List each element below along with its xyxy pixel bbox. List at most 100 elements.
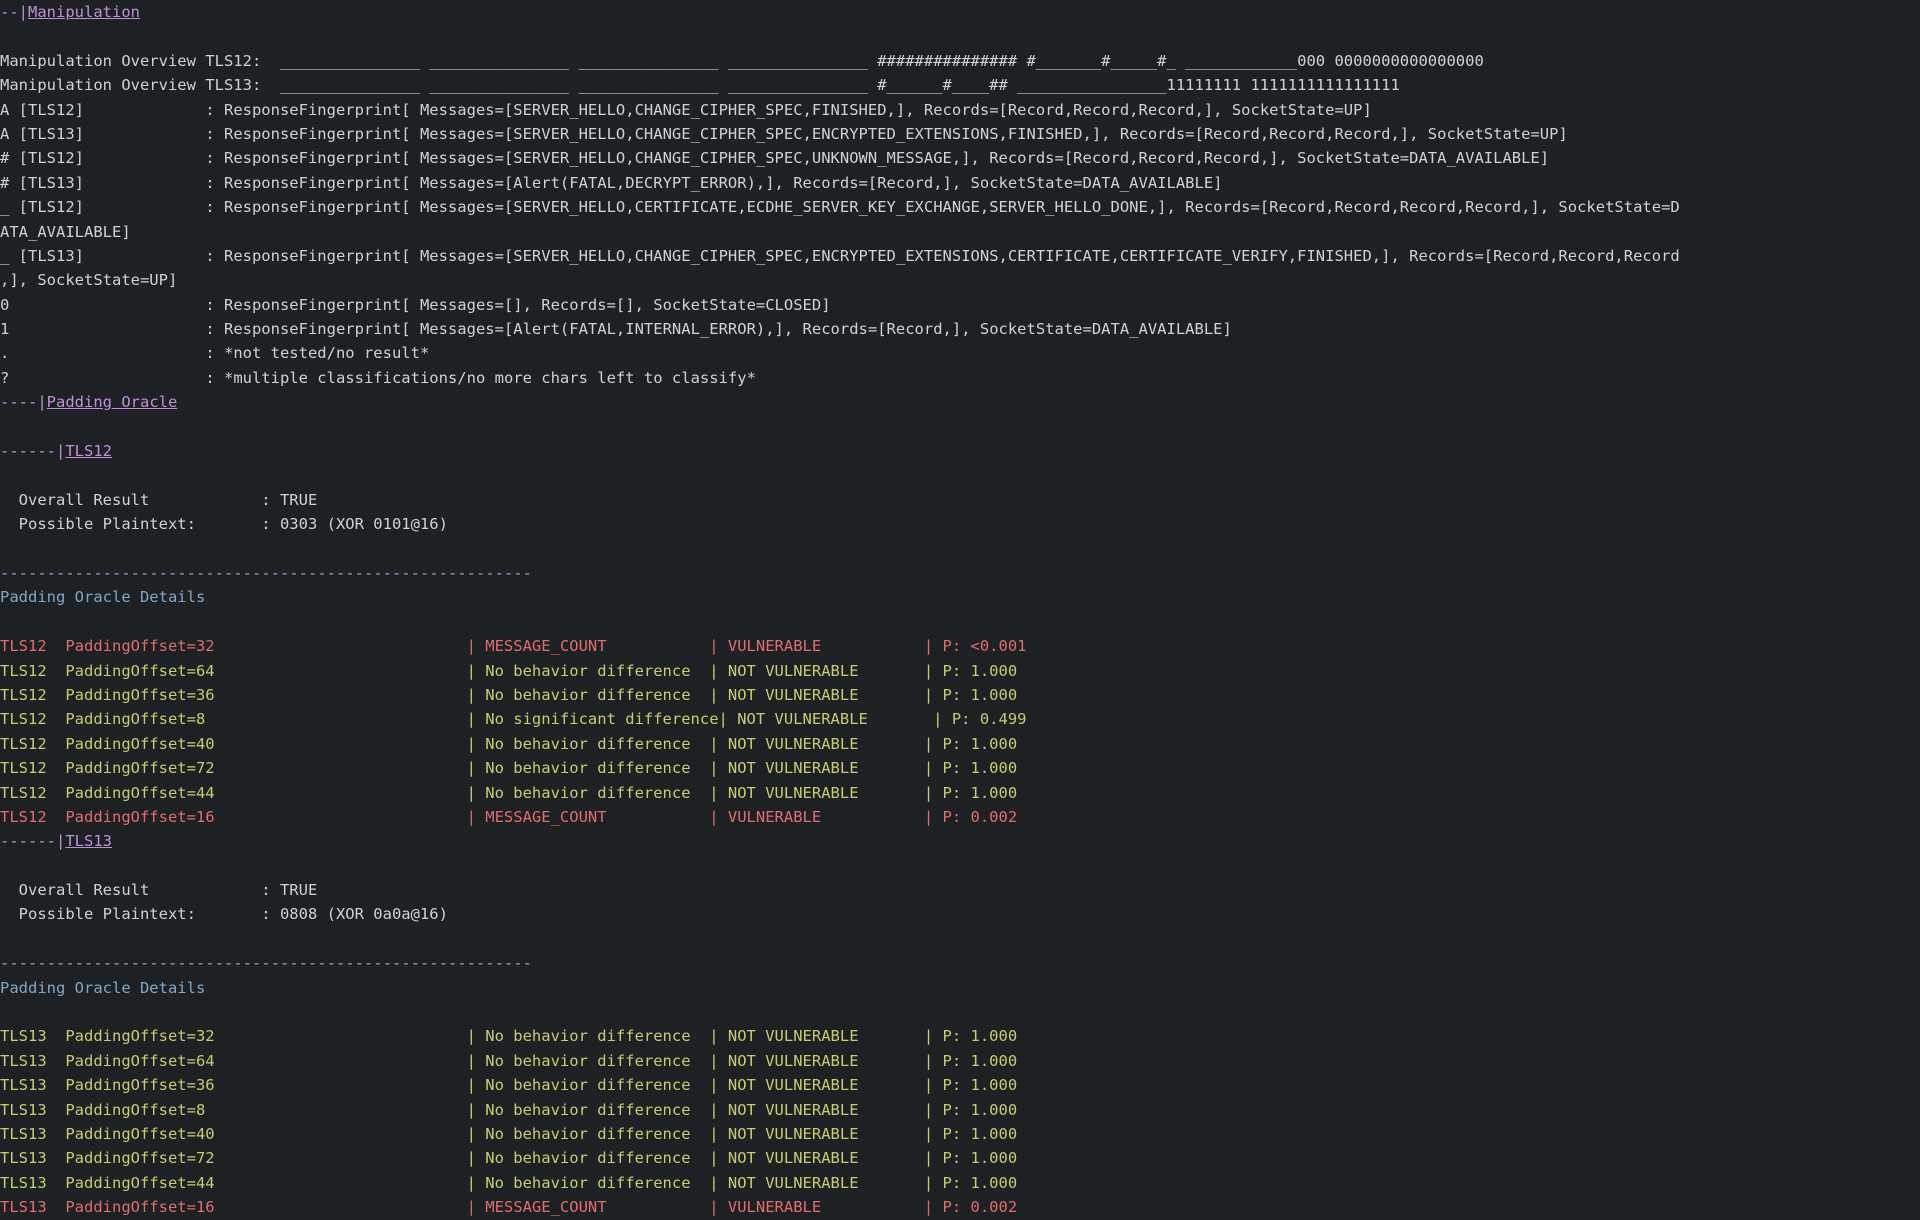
legend-line-1: A [TLS13] : ResponseFingerprint[ Message… (0, 122, 1920, 146)
po-row-proto: TLS12 PaddingOffset=8 (0, 710, 467, 728)
legend-line-6: 0 : ResponseFingerprint[ Messages=[], Re… (0, 293, 1920, 317)
po-row-proto: TLS12 PaddingOffset=32 (0, 637, 467, 655)
po-row-detail: | MESSAGE_COUNT | VULNERABLE | P: 0.002 (467, 1198, 1018, 1216)
legend-separator: : (205, 198, 224, 216)
legend-separator: : (205, 344, 224, 362)
po-row-detail: | No behavior difference | NOT VULNERABL… (467, 1174, 1018, 1192)
legend-line-4-cont: ATA_AVAILABLE] (0, 220, 1920, 244)
blank-line (0, 537, 1920, 561)
legend-desc-cont: ,], SocketState=UP] (0, 271, 177, 289)
po-row-detail: | No behavior difference | NOT VULNERABL… (467, 686, 1018, 704)
legend-desc: ResponseFingerprint[ Messages=[], Record… (224, 296, 831, 314)
po-row-proto: TLS12 PaddingOffset=16 (0, 808, 467, 826)
po-row-proto: TLS12 PaddingOffset=44 (0, 784, 467, 802)
tls12-details-header: Padding Oracle Details (0, 585, 1920, 609)
possible-plaintext-label: Possible Plaintext: (0, 515, 261, 533)
section-title-tls13: TLS13 (65, 832, 112, 850)
padding-oracle-row: TLS12 PaddingOffset=32 | MESSAGE_COUNT |… (0, 634, 1920, 658)
legend-desc: ResponseFingerprint[ Messages=[SERVER_HE… (224, 101, 1372, 119)
legend-desc: ResponseFingerprint[ Messages=[SERVER_HE… (224, 149, 1549, 167)
legend-key: A [TLS13] (0, 125, 205, 143)
po-row-proto: TLS13 PaddingOffset=72 (0, 1149, 467, 1167)
po-row-detail: | No behavior difference | NOT VULNERABL… (467, 735, 1018, 753)
overview-label: Manipulation Overview TLS13: (0, 76, 280, 94)
padding-oracle-row: TLS13 PaddingOffset=16 | MESSAGE_COUNT |… (0, 1195, 1920, 1219)
po-row-proto: TLS13 PaddingOffset=64 (0, 1052, 467, 1070)
legend-separator: : (205, 101, 224, 119)
po-row-detail: | No behavior difference | NOT VULNERABL… (467, 1125, 1018, 1143)
legend-line-0: A [TLS12] : ResponseFingerprint[ Message… (0, 98, 1920, 122)
blank-line (0, 854, 1920, 878)
padding-oracle-row: TLS12 PaddingOffset=8 | No significant d… (0, 707, 1920, 731)
possible-plaintext-label: Possible Plaintext: (0, 905, 261, 923)
section-prefix: ------| (0, 442, 65, 460)
po-row-detail: | No behavior difference | NOT VULNERABL… (467, 1052, 1018, 1070)
padding-oracle-row: TLS12 PaddingOffset=40 | No behavior dif… (0, 732, 1920, 756)
legend-key: . (0, 344, 205, 362)
legend-desc: *not tested/no result* (224, 344, 429, 362)
legend-separator: : (205, 296, 224, 314)
legend-line-8: . : *not tested/no result* (0, 341, 1920, 365)
po-row-proto: TLS12 PaddingOffset=72 (0, 759, 467, 777)
po-row-proto: TLS12 PaddingOffset=64 (0, 662, 467, 680)
po-row-detail: | No behavior difference | NOT VULNERABL… (467, 1149, 1018, 1167)
legend-line-5: _ [TLS13] : ResponseFingerprint[ Message… (0, 244, 1920, 268)
legend-line-9: ? : *multiple classifications/no more ch… (0, 366, 1920, 390)
po-row-detail: | No significant difference| NOT VULNERA… (467, 710, 1027, 728)
section-header-padding-oracle: ----|Padding Oracle (0, 390, 1920, 414)
padding-oracle-row: TLS13 PaddingOffset=36 | No behavior dif… (0, 1073, 1920, 1097)
overall-result-label: Overall Result (0, 491, 261, 509)
legend-desc: *multiple classifications/no more chars … (224, 369, 756, 387)
legend-desc: ResponseFingerprint[ Messages=[Alert(FAT… (224, 320, 1232, 338)
separator-rule: ----------------------------------------… (0, 564, 532, 582)
padding-oracle-row: TLS13 PaddingOffset=72 | No behavior dif… (0, 1146, 1920, 1170)
legend-line-2: # [TLS12] : ResponseFingerprint[ Message… (0, 146, 1920, 170)
padding-oracle-row: TLS13 PaddingOffset=32 | No behavior dif… (0, 1024, 1920, 1048)
legend-line-4: _ [TLS12] : ResponseFingerprint[ Message… (0, 195, 1920, 219)
po-row-detail: | MESSAGE_COUNT | VULNERABLE | P: 0.002 (467, 808, 1018, 826)
tls13-details-header: Padding Oracle Details (0, 976, 1920, 1000)
po-row-proto: TLS13 PaddingOffset=40 (0, 1125, 467, 1143)
legend-line-3: # [TLS13] : ResponseFingerprint[ Message… (0, 171, 1920, 195)
section-prefix: --| (0, 3, 28, 21)
legend-desc-cont: ATA_AVAILABLE] (0, 223, 131, 241)
legend-key: A [TLS12] (0, 101, 205, 119)
tls12-separator: ----------------------------------------… (0, 561, 1920, 585)
overview-label: Manipulation Overview TLS12: (0, 52, 280, 70)
po-row-proto: TLS13 PaddingOffset=44 (0, 1174, 467, 1192)
overview-line-0: Manipulation Overview TLS12: ___________… (0, 49, 1920, 73)
section-prefix: ------| (0, 832, 65, 850)
overall-result-value: : TRUE (261, 491, 317, 509)
blank-line (0, 415, 1920, 439)
legend-key: 0 (0, 296, 205, 314)
tls13-possible-plaintext: Possible Plaintext: : 0808 (XOR 0a0a@16) (0, 902, 1920, 926)
legend-separator: : (205, 320, 224, 338)
legend-key: _ [TLS13] (0, 247, 205, 265)
blank-line (0, 463, 1920, 487)
legend-desc: ResponseFingerprint[ Messages=[SERVER_HE… (224, 125, 1568, 143)
legend-desc: ResponseFingerprint[ Messages=[Alert(FAT… (224, 174, 1223, 192)
overall-result-value: : TRUE (261, 881, 317, 899)
blank-line (0, 1000, 1920, 1024)
legend-key: ? (0, 369, 205, 387)
po-row-proto: TLS13 PaddingOffset=32 (0, 1027, 467, 1045)
po-row-proto: TLS12 PaddingOffset=36 (0, 686, 467, 704)
po-row-detail: | No behavior difference | NOT VULNERABL… (467, 1076, 1018, 1094)
tls13-overall-result: Overall Result : TRUE (0, 878, 1920, 902)
tls13-separator: ----------------------------------------… (0, 951, 1920, 975)
legend-key: 1 (0, 320, 205, 338)
padding-oracle-details-header: Padding Oracle Details (0, 588, 205, 606)
po-row-detail: | No behavior difference | NOT VULNERABL… (467, 662, 1018, 680)
po-row-detail: | No behavior difference | NOT VULNERABL… (467, 1101, 1018, 1119)
legend-separator: : (205, 125, 224, 143)
overview-value: _______________ _______________ ________… (280, 52, 1484, 70)
legend-line-5-cont: ,], SocketState=UP] (0, 268, 1920, 292)
po-row-detail: | No behavior difference | NOT VULNERABL… (467, 759, 1018, 777)
section-header-manipulation: --|Manipulation (0, 0, 1920, 24)
po-row-proto: TLS13 PaddingOffset=8 (0, 1101, 467, 1119)
padding-oracle-row: TLS12 PaddingOffset=44 | No behavior dif… (0, 781, 1920, 805)
section-title-padding-oracle: Padding Oracle (47, 393, 178, 411)
po-row-proto: TLS12 PaddingOffset=40 (0, 735, 467, 753)
po-row-detail: | MESSAGE_COUNT | VULNERABLE | P: <0.001 (467, 637, 1027, 655)
section-title-manipulation: Manipulation (28, 3, 140, 21)
